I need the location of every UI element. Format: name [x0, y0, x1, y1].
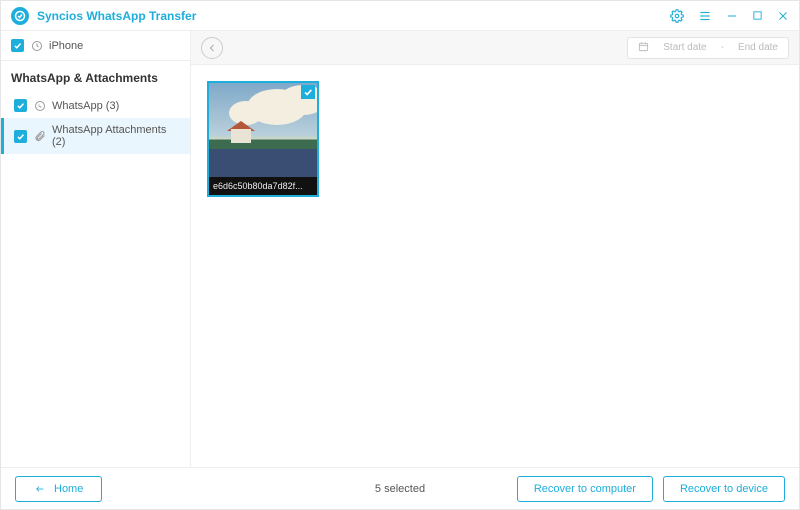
start-date-placeholder: Start date [663, 42, 706, 53]
maximize-icon[interactable] [752, 10, 763, 21]
date-separator: - [721, 42, 724, 53]
home-button[interactable]: Home [15, 476, 102, 502]
gear-icon[interactable] [670, 9, 684, 23]
back-button[interactable] [201, 37, 223, 59]
whatsapp-checkbox[interactable] [14, 99, 27, 112]
thumbnail-filename: e6d6c50b80da7d82f... [209, 177, 317, 195]
thumbnail-check-icon[interactable] [301, 85, 315, 99]
attachment-thumbnail[interactable]: e6d6c50b80da7d82f... [207, 81, 319, 197]
home-button-label: Home [54, 483, 83, 495]
recover-to-computer-button[interactable]: Recover to computer [517, 476, 653, 502]
menu-icon[interactable] [698, 9, 712, 23]
sidebar-item-whatsapp[interactable]: WhatsApp (3) [1, 93, 190, 118]
recover-to-device-button[interactable]: Recover to device [663, 476, 785, 502]
sidebar-item-label: WhatsApp Attachments (2) [52, 124, 180, 148]
device-name: iPhone [49, 40, 83, 52]
footer: Home 5 selected Recover to computer Reco… [1, 467, 799, 509]
sidebar-item-attachments[interactable]: WhatsApp Attachments (2) [1, 118, 190, 154]
device-row[interactable]: iPhone [1, 31, 190, 61]
selection-status: 5 selected [375, 483, 425, 495]
end-date-placeholder: End date [738, 42, 778, 53]
section-title: WhatsApp & Attachments [1, 61, 190, 93]
date-range-picker[interactable]: Start date - End date [627, 37, 789, 59]
app-logo-icon [11, 7, 29, 25]
content-toolbar: Start date - End date [191, 31, 799, 65]
attachment-icon [33, 130, 46, 143]
sidebar-item-label: WhatsApp (3) [52, 100, 119, 112]
phone-icon [30, 39, 43, 52]
content-area: Start date - End date e6d6c50b80da7d82f.… [191, 31, 799, 467]
minimize-icon[interactable] [726, 10, 738, 22]
title-bar: Syncios WhatsApp Transfer [1, 1, 799, 31]
whatsapp-icon [33, 99, 46, 112]
thumbnail-grid: e6d6c50b80da7d82f... [191, 65, 799, 467]
attachments-checkbox[interactable] [14, 130, 27, 143]
sidebar: iPhone WhatsApp & Attachments WhatsApp (… [1, 31, 191, 467]
app-title: Syncios WhatsApp Transfer [37, 9, 196, 23]
close-icon[interactable] [777, 10, 789, 22]
device-checkbox[interactable] [11, 39, 24, 52]
main-area: iPhone WhatsApp & Attachments WhatsApp (… [1, 31, 799, 467]
calendar-icon [638, 41, 649, 55]
